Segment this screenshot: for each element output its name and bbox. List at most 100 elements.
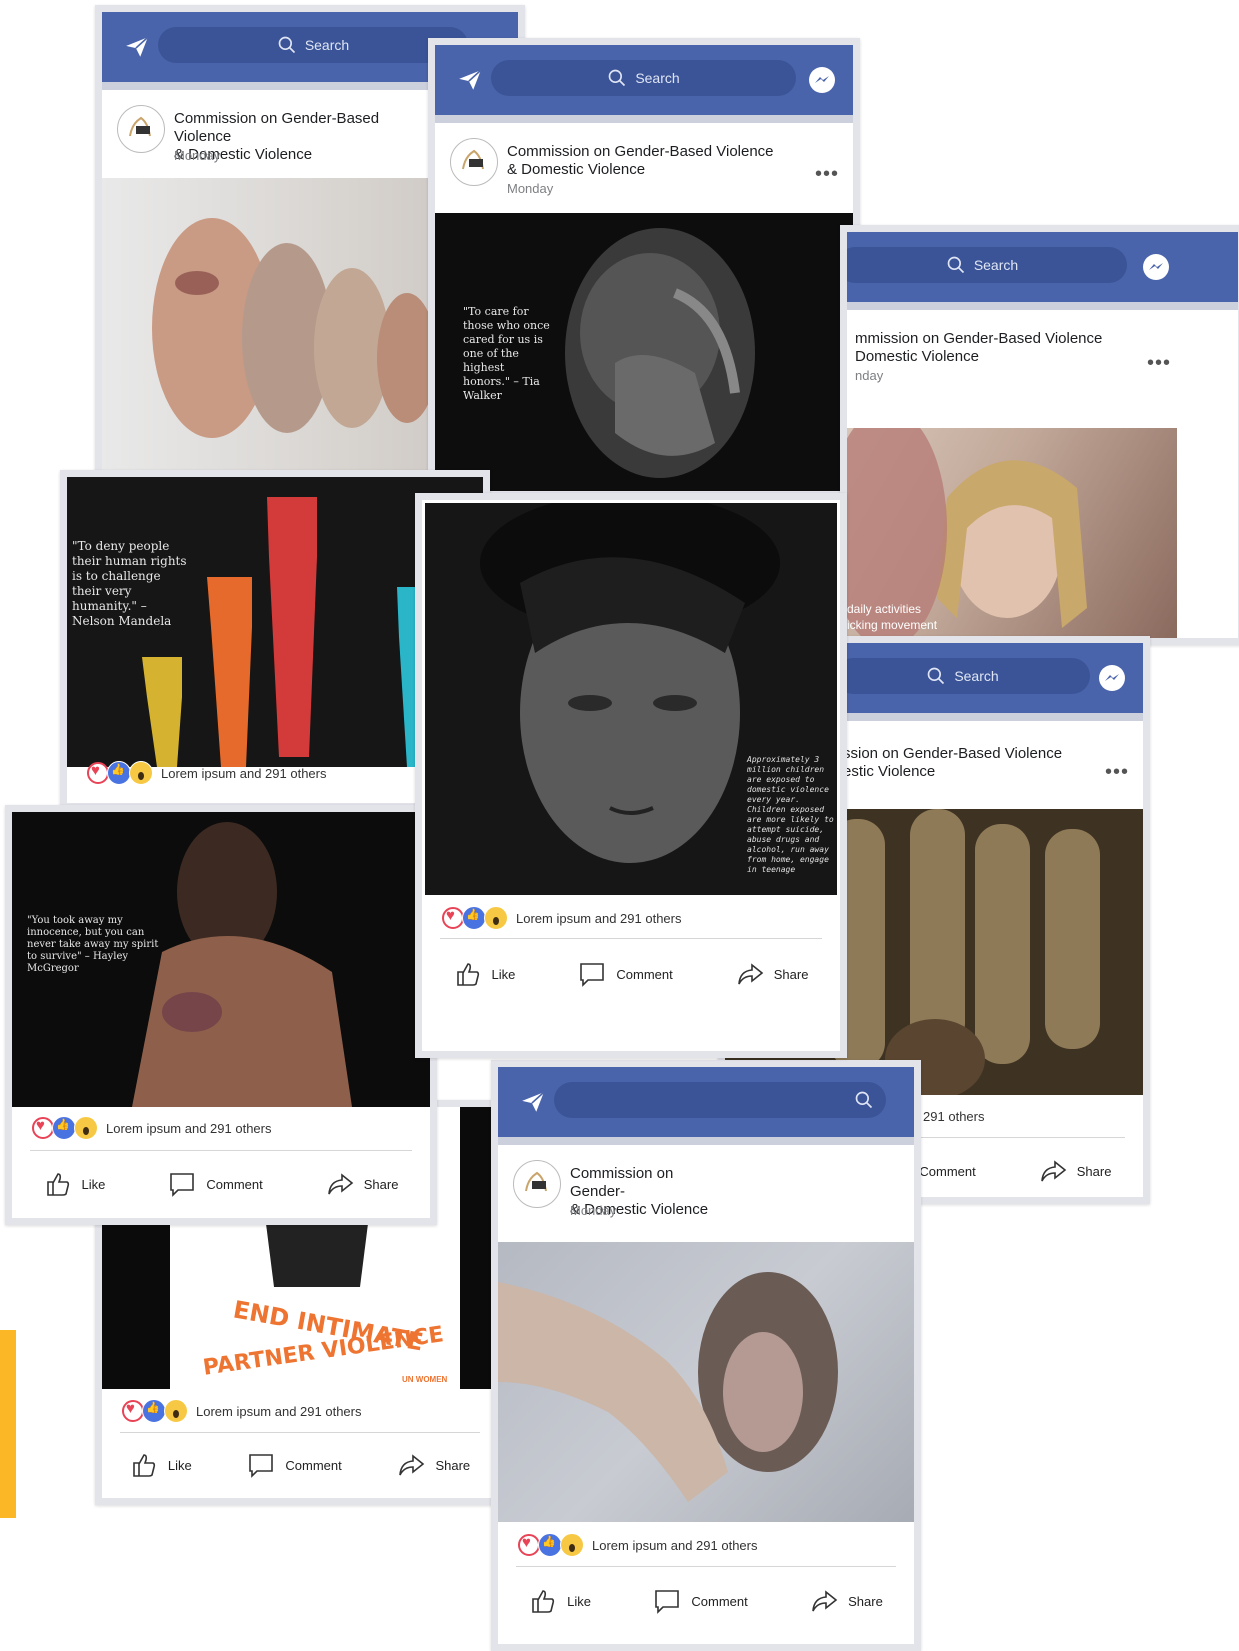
search-placeholder: Search <box>954 668 999 684</box>
navbar-shadow <box>435 115 853 123</box>
post-actions: Like Comment Share <box>498 1581 914 1621</box>
divider <box>120 1432 480 1433</box>
more-options-icon[interactable]: ••• <box>1105 761 1129 784</box>
quote-text: "You took away my innocence, but you can… <box>27 915 159 974</box>
post-card-back: "You took away my innocence, but you can… <box>5 805 437 1225</box>
share-button[interactable]: Share <box>1039 1157 1111 1185</box>
share-button[interactable]: Share <box>810 1587 883 1615</box>
avatar[interactable] <box>117 105 165 153</box>
comment-icon <box>249 1454 274 1478</box>
like-reaction-icon <box>107 761 131 785</box>
top-navbar: Search <box>435 45 853 115</box>
divider <box>440 938 822 939</box>
top-navbar: Search <box>847 232 1238 302</box>
post-photo-back[interactable]: "You took away my innocence, but you can… <box>12 812 430 1107</box>
thumbs-up-icon <box>456 963 479 986</box>
like-button[interactable]: Like <box>44 1170 105 1198</box>
comment-button[interactable]: Comment <box>653 1587 748 1615</box>
share-icon <box>1040 1160 1067 1182</box>
post-actions: Like Comment Share <box>12 1164 430 1204</box>
reaction-text: Lorem ipsum and 291 others <box>592 1537 758 1553</box>
post-photo-elderly[interactable]: "To care for those who once cared for us… <box>435 213 853 491</box>
share-button[interactable]: Share <box>397 1451 470 1479</box>
post-timestamp: nday <box>855 368 884 383</box>
post-card-woman: Search mmission on Gender-Based Violence… <box>840 225 1239 645</box>
thumbs-up-icon <box>46 1173 69 1196</box>
post-actions: Like Comment Share <box>102 1445 498 1485</box>
like-button[interactable]: Like <box>454 960 515 988</box>
share-button[interactable]: Share <box>326 1170 398 1198</box>
post-header: Commission on Gender- & Domestic Violenc… <box>498 1145 914 1235</box>
wow-reaction-icon <box>129 761 153 785</box>
love-reaction-icon <box>32 1117 54 1139</box>
page-name[interactable]: mmission on Gender-Based Violence Domest… <box>855 330 1155 366</box>
reaction-summary[interactable]: Lorem ipsum and 291 others <box>87 759 326 787</box>
search-icon <box>947 256 964 274</box>
share-icon <box>399 1454 425 1476</box>
search-input[interactable]: Search <box>835 658 1090 694</box>
reaction-summary[interactable]: Lorem ipsum and 291 others <box>518 1531 757 1559</box>
search-placeholder: Search <box>304 37 350 53</box>
post-header: mmission on Gender-Based Violence Domest… <box>847 310 1238 400</box>
navbar-shadow <box>847 302 1238 310</box>
divider <box>516 1566 896 1567</box>
share-icon <box>812 1590 838 1612</box>
search-input[interactable]: Search <box>491 60 796 96</box>
wow-reaction-icon <box>560 1533 584 1557</box>
post-timestamp: Monday <box>570 1203 617 1218</box>
wow-reaction-icon <box>484 906 508 930</box>
reaction-text: Lorem ipsum and 291 others <box>106 1120 272 1136</box>
search-placeholder: Search <box>635 70 680 86</box>
like-reaction-icon <box>538 1533 562 1557</box>
reaction-summary[interactable]: Lorem ipsum and 291 others <box>122 1397 361 1425</box>
paper-plane-icon[interactable] <box>520 1089 546 1115</box>
search-input[interactable]: Search <box>158 27 468 63</box>
love-reaction-icon <box>518 1534 540 1556</box>
share-icon <box>737 963 764 985</box>
post-photo-boy[interactable]: Approximately 3 million children are exp… <box>425 503 837 895</box>
post-photo-child-hand[interactable] <box>498 1242 914 1522</box>
comment-button[interactable]: Comment <box>168 1170 263 1198</box>
search-input[interactable]: Search <box>847 247 1127 283</box>
share-icon <box>327 1173 354 1195</box>
comment-icon <box>580 963 605 987</box>
share-button[interactable]: Share <box>736 960 808 988</box>
reaction-summary[interactable]: Lorem ipsum and 291 others <box>442 904 681 932</box>
reaction-text: Lorem ipsum and 291 others <box>196 1403 362 1419</box>
comment-button[interactable]: Comment <box>578 960 673 988</box>
comment-button[interactable]: Comment <box>247 1451 342 1479</box>
reaction-summary[interactable]: Lorem ipsum and 291 others <box>32 1114 271 1142</box>
avatar[interactable] <box>513 1160 561 1208</box>
like-reaction-icon <box>462 906 486 930</box>
reaction-text: Lorem ipsum and 291 others <box>161 765 327 781</box>
search-icon <box>278 36 295 54</box>
paper-plane-icon[interactable] <box>457 67 483 93</box>
caption-line-1: daily activities <box>847 602 922 616</box>
page-name[interactable]: Commission on Gender-Based Violence & Do… <box>507 143 807 179</box>
more-options-icon[interactable]: ••• <box>1147 352 1171 375</box>
un-women-logo: UN WOMEN <box>402 1375 448 1384</box>
post-card-child-hand: Commission on Gender- & Domestic Violenc… <box>491 1060 921 1651</box>
search-icon <box>927 667 945 685</box>
like-button[interactable]: Like <box>130 1451 192 1479</box>
more-options-icon[interactable]: ••• <box>815 163 839 186</box>
navbar-shadow <box>498 1137 914 1145</box>
messenger-icon[interactable] <box>1141 252 1171 282</box>
wow-reaction-icon <box>164 1399 188 1423</box>
messenger-icon[interactable] <box>807 65 837 95</box>
love-reaction-icon <box>87 762 109 784</box>
avatar[interactable] <box>450 138 498 186</box>
page-name[interactable]: ssion on Gender-Based Violence estic Vio… <box>843 745 1143 781</box>
search-input[interactable] <box>554 1082 886 1118</box>
paper-plane-icon[interactable] <box>124 34 150 60</box>
yellow-accent-bar <box>0 1330 16 1518</box>
messenger-icon[interactable] <box>1097 663 1127 693</box>
like-button[interactable]: Like <box>529 1587 591 1615</box>
love-reaction-icon <box>122 1400 144 1422</box>
search-icon <box>608 69 626 87</box>
top-navbar <box>498 1067 914 1137</box>
post-photo-woman[interactable]: daily activities icking movement <box>847 428 1177 638</box>
thumbs-up-icon <box>532 1590 555 1613</box>
like-reaction-icon <box>142 1399 166 1423</box>
post-timestamp: Monday <box>174 148 221 163</box>
